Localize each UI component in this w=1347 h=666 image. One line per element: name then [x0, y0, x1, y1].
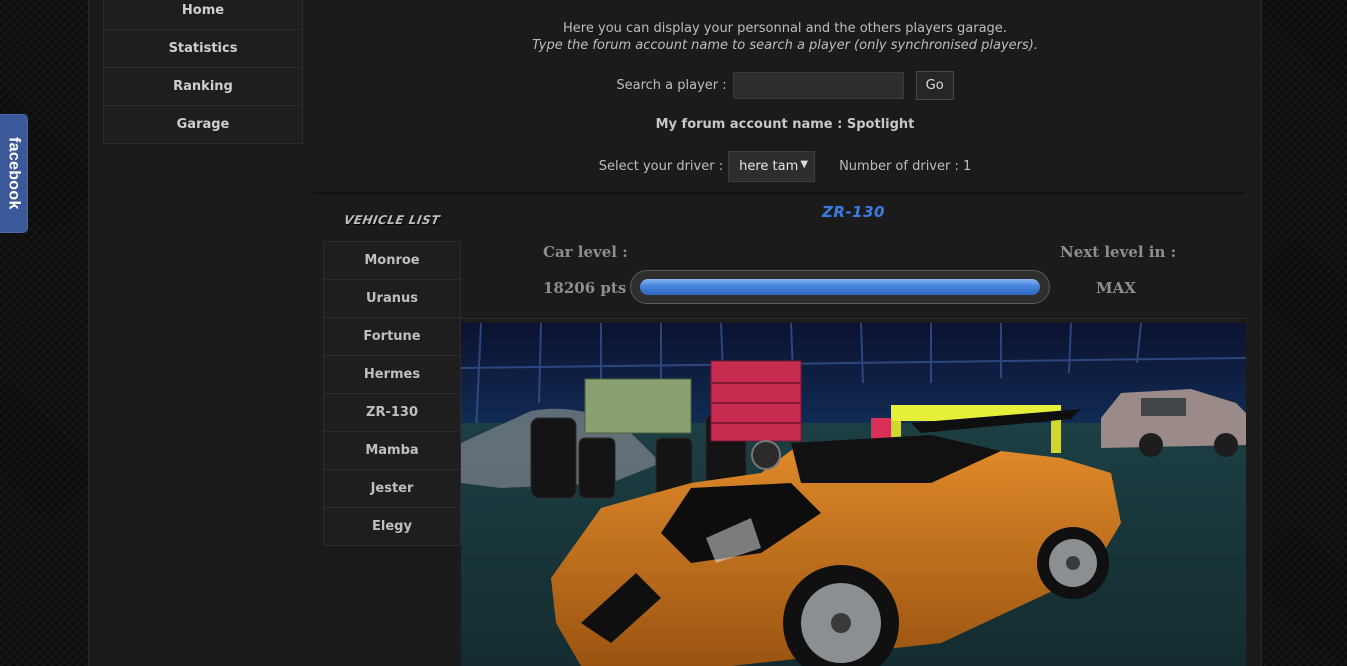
- car-level-label: Car level :: [543, 243, 628, 261]
- car-image: [461, 323, 1246, 666]
- nav-item-garage[interactable]: Garage: [104, 105, 302, 143]
- garage-scene-illustration: [461, 323, 1246, 666]
- vehicle-item-mamba[interactable]: Mamba: [324, 432, 460, 470]
- main-nav: Home Statistics Ranking Garage: [103, 0, 303, 144]
- nav-item-statistics[interactable]: Statistics: [104, 29, 302, 67]
- vehicle-item-zr-130[interactable]: ZR-130: [324, 394, 460, 432]
- car-header-divider: [461, 318, 1246, 319]
- vehicle-list: Monroe Uranus Fortune Hermes ZR-130 Mamb…: [323, 241, 461, 546]
- search-row: Search a player : Go: [313, 71, 1257, 100]
- car-name: ZR-130: [822, 203, 885, 221]
- next-level-label: Next level in :: [1060, 243, 1177, 261]
- progress-track: [640, 279, 1040, 295]
- search-player-input[interactable]: [732, 72, 904, 99]
- nav-item-home[interactable]: Home: [104, 0, 302, 29]
- facebook-tab[interactable]: facebook: [0, 114, 28, 233]
- go-button[interactable]: Go: [915, 71, 954, 100]
- car-points: 18206 pts: [543, 279, 627, 297]
- vehicle-item-uranus[interactable]: Uranus: [324, 280, 460, 318]
- vehicle-item-elegy[interactable]: Elegy: [324, 508, 460, 546]
- driver-select-label: Select your driver :: [598, 159, 724, 174]
- driver-row: Select your driver : here tam ▼ Number o…: [313, 151, 1257, 182]
- progress-fill: [640, 279, 1040, 295]
- vehicle-item-jester[interactable]: Jester: [324, 470, 460, 508]
- intro-line-2: Type the forum account name to search a …: [531, 38, 1038, 53]
- vehicle-item-hermes[interactable]: Hermes: [324, 356, 460, 394]
- vehicle-item-monroe[interactable]: Monroe: [324, 242, 460, 280]
- driver-select-value: here tam: [739, 159, 799, 174]
- caret-down-icon: ▼: [800, 159, 809, 170]
- section-divider: [313, 192, 1245, 194]
- driver-count: Number of driver : 1: [839, 159, 972, 174]
- account-name: My forum account name : Spotlight: [655, 117, 915, 132]
- nav-item-ranking[interactable]: Ranking: [104, 67, 302, 105]
- intro-text: Here you can display your personnal and …: [313, 20, 1257, 54]
- facebook-label: facebook: [5, 137, 23, 210]
- level-progress-bar: [630, 270, 1050, 304]
- vehicle-list-title: VEHICLE LIST: [342, 213, 442, 227]
- search-label: Search a player :: [616, 78, 727, 93]
- intro-line-1: Here you can display your personnal and …: [563, 21, 1007, 36]
- next-level-value: MAX: [1096, 279, 1136, 297]
- vehicle-item-fortune[interactable]: Fortune: [324, 318, 460, 356]
- driver-select[interactable]: here tam ▼: [728, 151, 816, 182]
